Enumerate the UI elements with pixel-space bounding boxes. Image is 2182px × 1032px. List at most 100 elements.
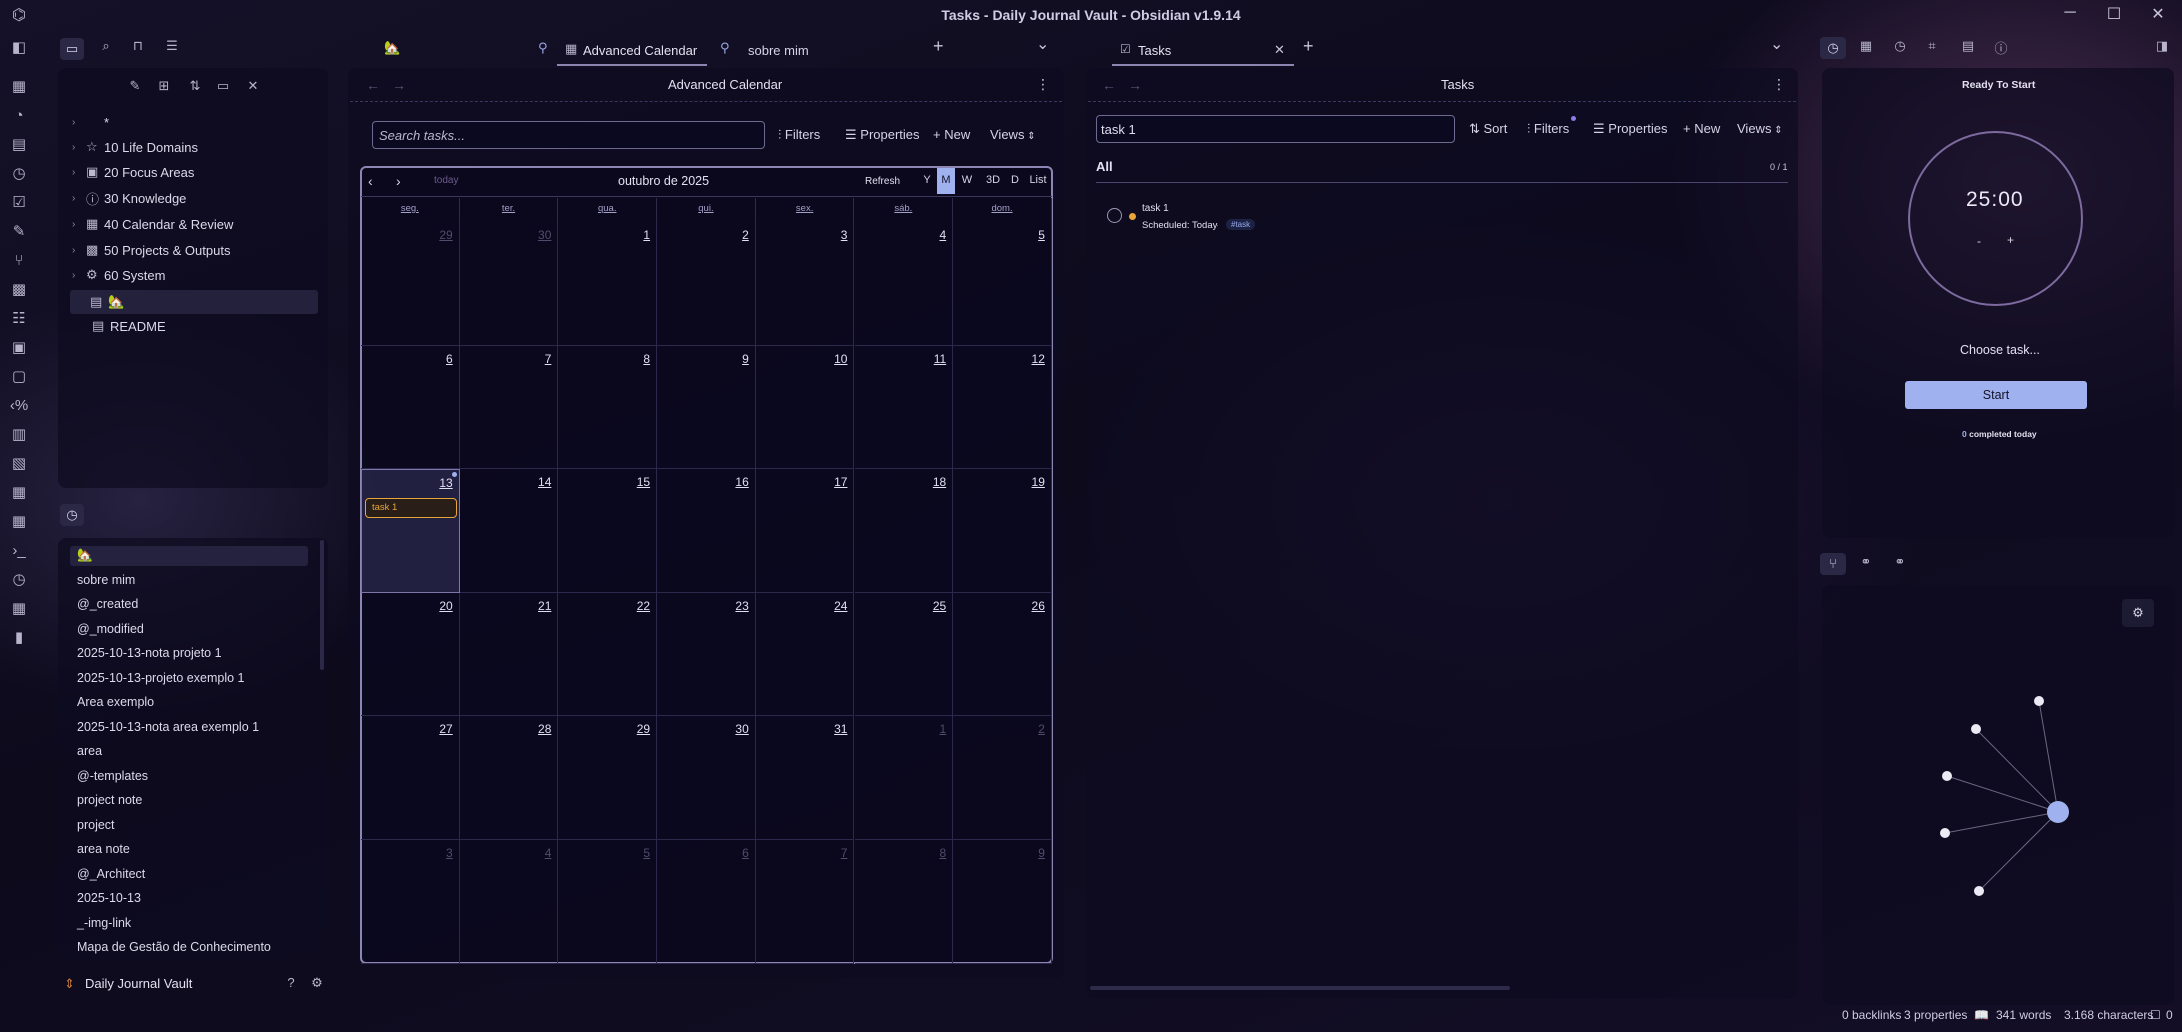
image-icon[interactable]: ▧ [9,454,29,474]
calendar-new-button[interactable]: + New [933,127,970,142]
day-cell[interactable]: 18 [854,469,954,593]
tree-item[interactable]: › ▦ 40 Calendar & Review [72,212,233,236]
graph-node[interactable] [1940,828,1950,838]
decrease-time-button[interactable]: - [1977,234,1981,248]
calendar-properties-button[interactable]: ☰ Properties [845,127,920,143]
back-arrow-icon[interactable]: ← [1102,77,1116,93]
right-sidebar-toggle-icon[interactable]: ◨ [2152,38,2172,54]
dashboard-icon[interactable]: ◔ [9,106,29,126]
new-tab-button[interactable]: + [933,36,944,57]
recent-file-item[interactable]: _-img-link [77,916,131,930]
day-cell[interactable]: 10 [755,345,855,470]
timer-icon[interactable]: ◷ [9,164,29,184]
outline-icon[interactable]: ☰ [162,38,182,54]
view-button-w[interactable]: W [958,168,976,194]
task-group-title[interactable]: All [1096,159,1113,174]
day-cell[interactable]: 19 [953,469,1052,593]
view-button-d[interactable]: D [1007,168,1023,194]
calendar-event[interactable]: task 1 [365,498,457,519]
forward-arrow-icon[interactable]: → [392,77,406,93]
day-cell[interactable]: 14 [459,469,559,593]
day-cell[interactable]: 1 [854,716,954,840]
day-cell[interactable]: 25 [854,592,954,717]
recent-file-item[interactable]: 2025-10-13-projeto exemplo 1 [77,671,244,685]
day-cell[interactable]: 24 [755,592,855,717]
day-cell[interactable]: 17 [755,469,855,593]
day-cell[interactable]: 30 [459,222,559,346]
recent-file-item[interactable]: @_modified [77,622,144,636]
recent-file-item[interactable]: @_Architect [77,867,145,881]
today-button[interactable]: today [434,175,458,186]
day-cell[interactable]: 26 [953,592,1052,717]
prev-month-button[interactable]: ‹ [368,173,373,189]
start-button[interactable]: Start [1905,381,2087,409]
search-icon[interactable]: ⌕ [96,38,116,54]
day-cell[interactable]: 7 [459,345,559,470]
pomodoro-tab-clock-icon[interactable]: ◷ [1820,37,1846,59]
graph-settings-icon[interactable]: ⚙ [2122,599,2154,627]
tasks-new-button[interactable]: + New [1683,121,1720,136]
tab-tasks[interactable]: ☑ Tasks ✕ [1112,36,1294,66]
day-cell[interactable]: 27 [361,716,460,840]
sort-icon[interactable]: ⇅ [186,78,204,94]
comments-icon[interactable]: ☐ [2150,1008,2161,1030]
day-cell[interactable]: 11 [854,345,954,470]
vault-switcher-icon[interactable]: ⇕ [64,976,75,992]
recent-file-item[interactable]: project note [77,793,142,807]
calendar-icon[interactable]: ▦ [1856,38,1876,54]
pin-icon[interactable]: ⚲ [720,40,730,56]
view-button-3d[interactable]: 3D [982,168,1004,194]
recent-file-item[interactable]: Area exemplo [77,695,154,709]
auto-reveal-icon[interactable]: ▭ [214,78,232,94]
day-cell[interactable]: 2 [657,222,756,346]
clock-icon[interactable]: ◷ [1890,38,1910,54]
calendar-search-input[interactable] [372,121,765,149]
day-cell[interactable]: 6 [657,840,756,964]
recent-files-clock-icon[interactable]: ◷ [60,504,84,526]
view-button-y[interactable]: Y [919,168,935,194]
day-cell[interactable]: 29 [558,716,658,840]
graph-node-current[interactable] [2047,801,2069,823]
tab-sobre-mim[interactable]: sobre mim [748,43,809,58]
terminal-icon[interactable]: ›_ [9,541,29,561]
local-graph[interactable] [1822,640,2174,940]
day-cell[interactable]: 28 [459,716,559,840]
vault-name[interactable]: Daily Journal Vault [85,976,192,991]
tree-item[interactable]: ▤ README [72,314,166,338]
tree-item[interactable]: › ☆ 10 Life Domains [72,135,198,159]
code-icon[interactable]: ‹% [9,396,29,416]
recent-file-item[interactable]: 🏡 [77,548,93,563]
canvas-icon[interactable]: ▢ [9,367,29,387]
view-button-list[interactable]: List [1027,168,1049,194]
tree-item[interactable]: ▤ 🏡 [70,290,318,314]
tasks-filters-button[interactable]: ⫶ Filters [1527,121,1569,137]
tree-item[interactable]: › * [72,110,109,134]
tasks-properties-button[interactable]: ☰ Properties [1593,121,1668,137]
recent-file-item[interactable]: @_created [77,597,138,611]
horizontal-scrollbar[interactable] [1090,986,1510,990]
day-cell[interactable]: 3 [755,222,855,346]
recent-file-item[interactable]: area note [77,842,130,856]
layout-icon[interactable]: ▩ [9,280,29,300]
new-folder-icon[interactable]: ⊞ [155,78,173,94]
new-tab-button[interactable]: + [1303,36,1314,57]
checkbox-icon[interactable]: ☑ [9,193,29,213]
next-month-button[interactable]: › [396,173,401,189]
day-cell[interactable]: 1 [558,222,658,346]
task-title[interactable]: task 1 [1142,203,1169,214]
day-cell[interactable]: 2 [953,716,1052,840]
kanban-icon[interactable]: ▣ [9,338,29,358]
tab-list-dropdown[interactable]: ⌄ [1036,34,1049,54]
info-icon[interactable]: ⓘ [1991,38,2011,57]
forward-arrow-icon[interactable]: → [1128,77,1142,93]
new-note-icon[interactable]: ✎ [126,78,144,94]
help-icon[interactable]: ? [282,975,300,990]
day-cell[interactable]: 29 [361,222,460,346]
tags-icon[interactable]: ⌗ [1922,38,1942,54]
tree-item[interactable]: › ▣ 20 Focus Areas [72,160,194,184]
outgoing-links-icon[interactable]: ⚭ [1856,554,1876,570]
tasks-search-input[interactable] [1096,115,1455,143]
calendar-views-button[interactable]: Views ⇕ [990,127,1036,142]
list-grid-icon[interactable]: ☷ [9,309,29,329]
day-cell[interactable]: 5 [558,840,658,964]
